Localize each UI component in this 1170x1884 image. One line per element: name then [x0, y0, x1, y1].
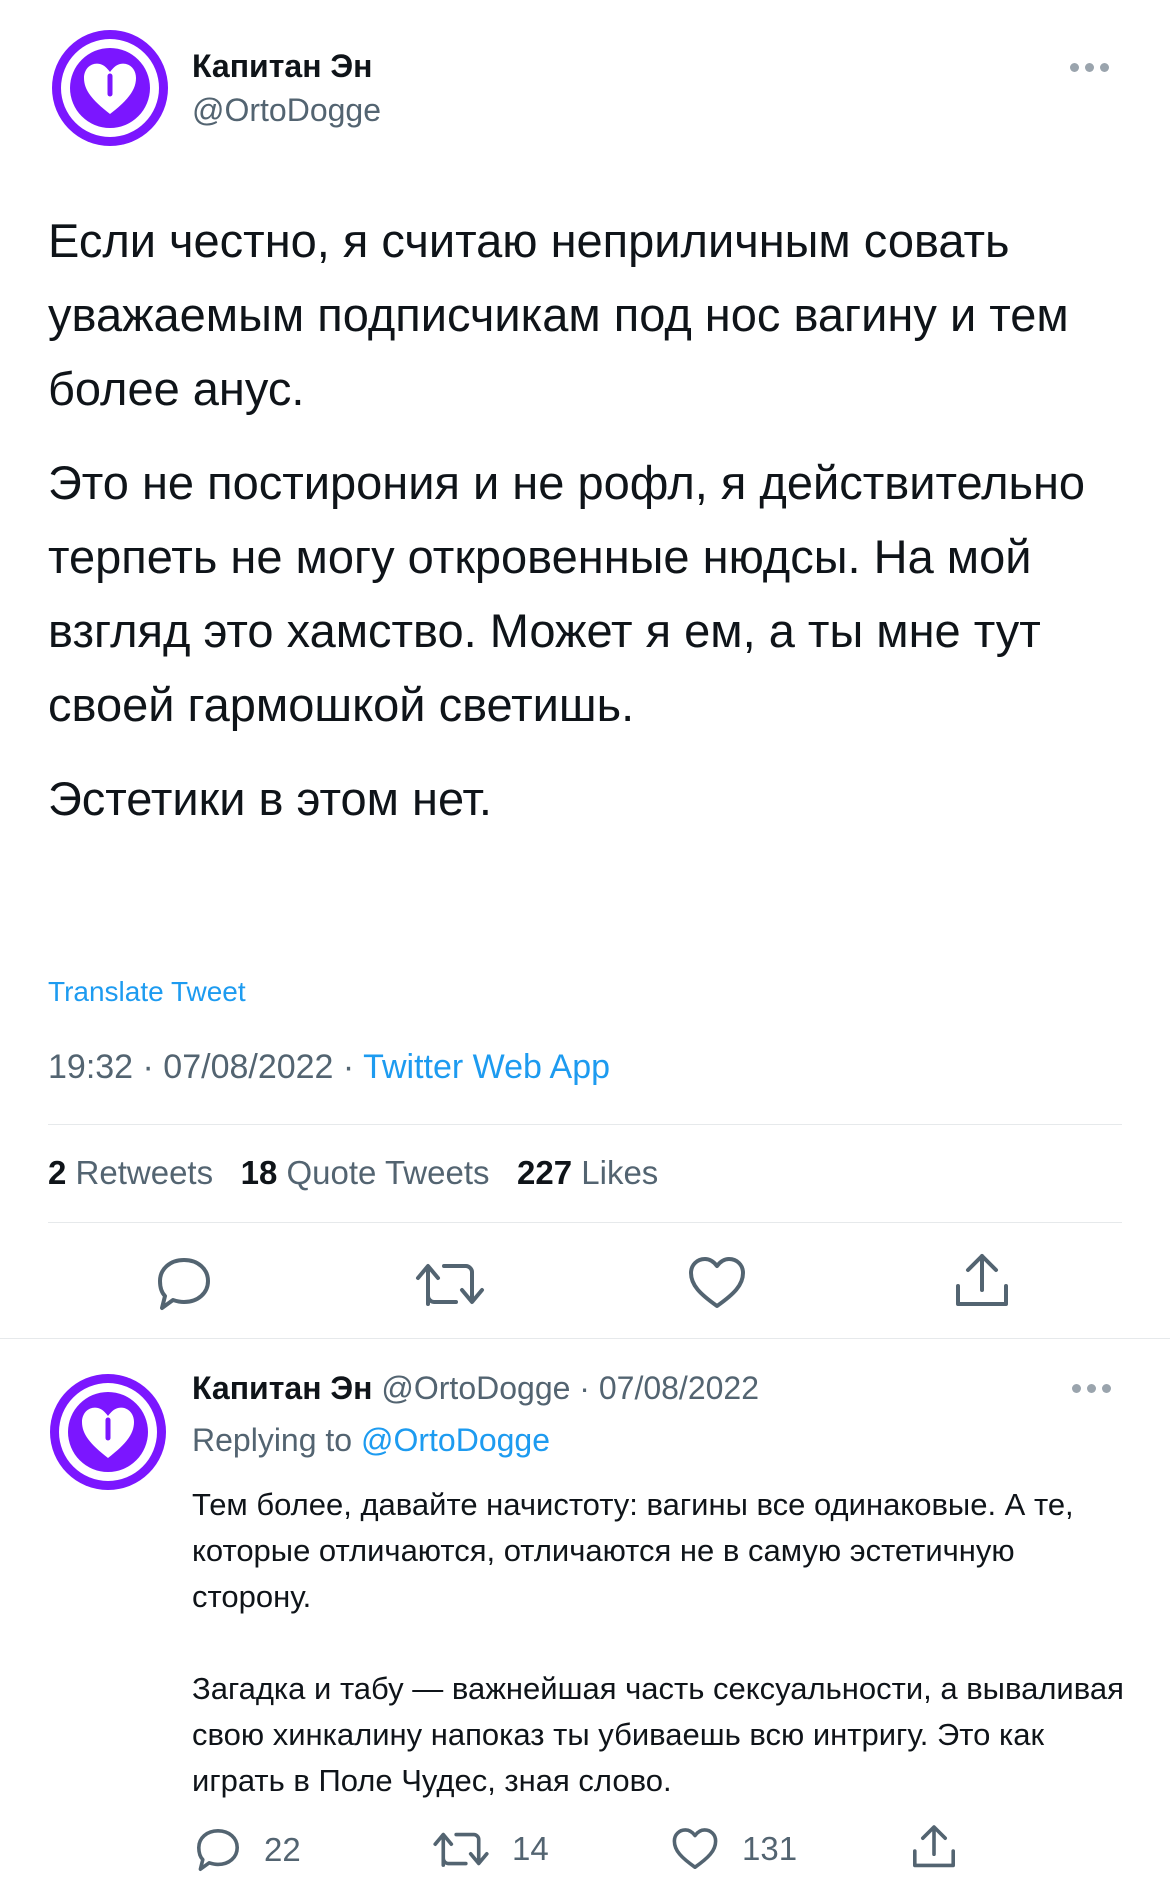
- quotes-label: Quote Tweets: [286, 1154, 490, 1191]
- quotes-count: 18: [240, 1154, 278, 1191]
- tweet-source-link[interactable]: Twitter Web App: [363, 1048, 610, 1086]
- reply-header: Капитан Эн @OrtoDogge · 07/08/2022: [192, 1370, 759, 1407]
- divider: [48, 1222, 1122, 1223]
- reply-count: 22: [264, 1831, 301, 1868]
- reply-paragraph: Загадка и табу — важнейшая часть сексуал…: [192, 1671, 1124, 1798]
- author-name[interactable]: Капитан Эн: [192, 48, 373, 85]
- reply-paragraph: Тем более, давайте начистоту: вагины все…: [192, 1487, 1074, 1614]
- share-upload-icon: [956, 1254, 1008, 1306]
- replying-to: Replying to @OrtoDogge: [192, 1422, 550, 1459]
- replying-prefix: Replying to: [192, 1422, 361, 1458]
- tweet-paragraph: Эстетики в этом нет.: [48, 772, 492, 825]
- reply-like-button[interactable]: 131: [670, 1826, 797, 1872]
- tweet-paragraph: Если честно, я считаю неприличным совать…: [48, 214, 1069, 415]
- reply-retweet-button[interactable]: 14: [432, 1826, 549, 1872]
- translate-tweet-link[interactable]: Translate Tweet: [48, 976, 246, 1008]
- tweet-timestamp-line: 19:32 · 07/08/2022 · Twitter Web App: [48, 1048, 610, 1087]
- retweets-count: 2: [48, 1154, 67, 1191]
- heart-outline-icon: [689, 1257, 745, 1308]
- reply-author-name[interactable]: Капитан Эн: [192, 1370, 373, 1406]
- retweet-arrows-icon: [416, 1264, 484, 1306]
- retweet-button[interactable]: [414, 1256, 486, 1312]
- more-dots-icon[interactable]: [1070, 63, 1109, 72]
- share-upload-icon: [913, 1825, 955, 1868]
- tweet-text: Если честно, я считаю неприличным совать…: [48, 204, 1128, 856]
- speech-bubble-icon: [158, 1258, 210, 1310]
- divider: [0, 1338, 1170, 1339]
- reply-share-button[interactable]: [910, 1822, 958, 1872]
- speech-bubble-icon: [197, 1829, 239, 1871]
- retweets-stat[interactable]: 2 Retweets: [48, 1154, 213, 1191]
- tweet-stats: 2 Retweets 18 Quote Tweets 227 Likes: [48, 1154, 658, 1192]
- heart-outline-icon: [672, 1828, 718, 1870]
- retweet-arrows-icon: [433, 1832, 489, 1867]
- reply-retweet-count: 14: [512, 1830, 549, 1867]
- tweet-timestamp[interactable]: 19:32 · 07/08/2022 ·: [48, 1048, 363, 1086]
- more-dots-icon[interactable]: [1072, 1384, 1111, 1393]
- share-button[interactable]: [952, 1250, 1012, 1312]
- retweets-label: Retweets: [75, 1154, 214, 1191]
- quote-tweets-stat[interactable]: 18 Quote Tweets: [241, 1154, 490, 1191]
- likes-label: Likes: [581, 1154, 659, 1191]
- author-handle[interactable]: @OrtoDogge: [192, 92, 381, 129]
- divider: [48, 1124, 1122, 1125]
- reply-meta[interactable]: @OrtoDogge · 07/08/2022: [381, 1370, 759, 1406]
- replying-handle-link[interactable]: @OrtoDogge: [361, 1422, 550, 1458]
- reply-text: Тем более, давайте начистоту: вагины все…: [192, 1482, 1132, 1850]
- reply-avatar[interactable]: [50, 1374, 166, 1490]
- likes-stat[interactable]: 227 Likes: [517, 1154, 658, 1191]
- like-button[interactable]: [686, 1254, 748, 1312]
- likes-count: 227: [517, 1154, 573, 1191]
- reply-like-count: 131: [742, 1830, 798, 1867]
- reply-reply-button[interactable]: 22: [194, 1826, 301, 1874]
- reply-button[interactable]: [154, 1254, 214, 1314]
- purple-heart-logo-icon: [82, 1407, 134, 1458]
- purple-heart-logo-icon: [84, 63, 136, 114]
- tweet-paragraph: Это не постирония и не рофл, я действите…: [48, 456, 1086, 731]
- avatar[interactable]: [52, 30, 168, 146]
